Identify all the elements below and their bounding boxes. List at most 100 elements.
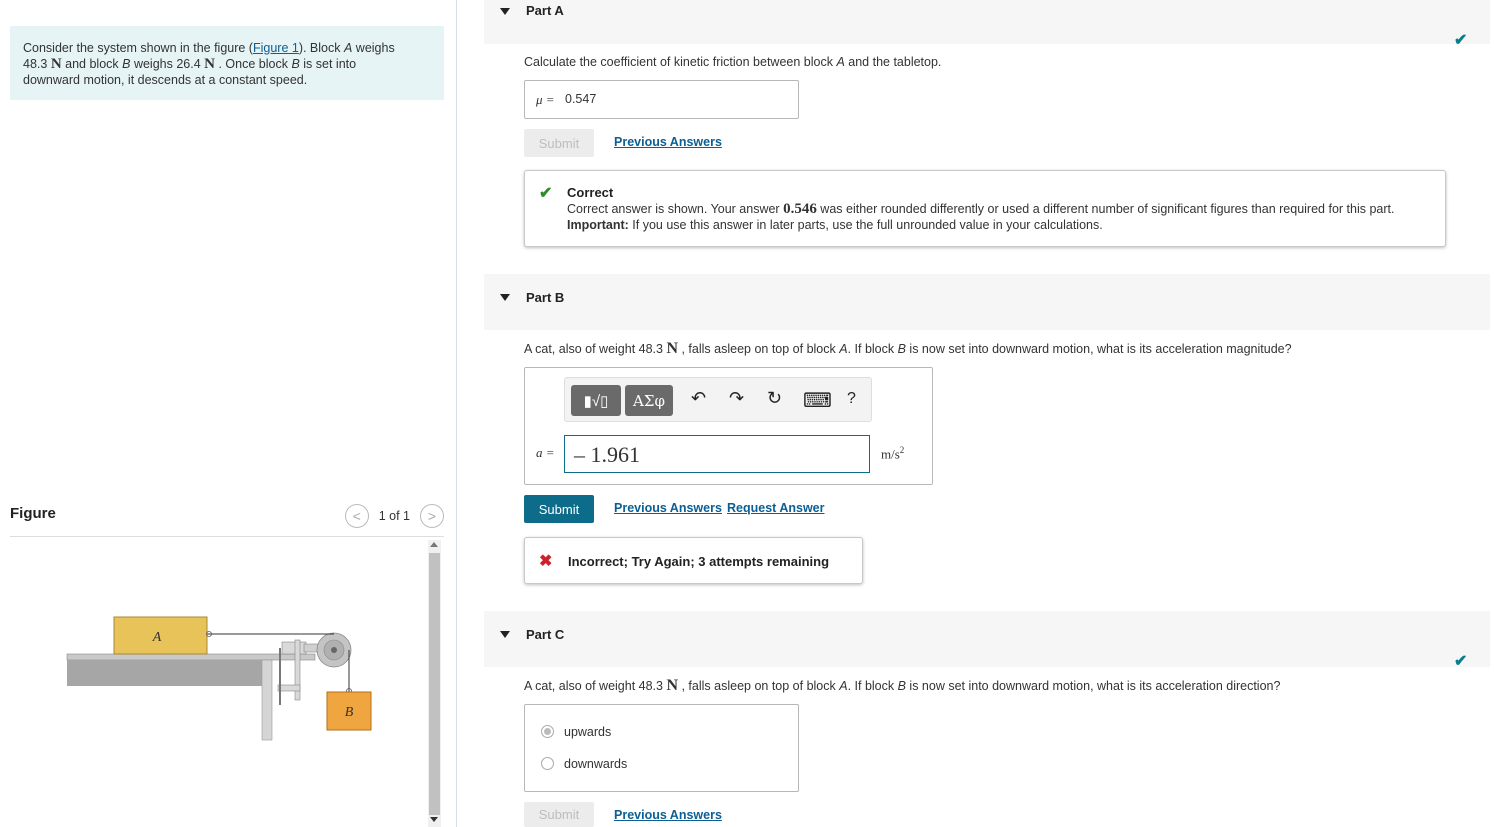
mu-value: 0.547 <box>565 92 597 106</box>
chevron-right-icon: > <box>427 508 437 524</box>
part-c-previous-answers-link[interactable]: Previous Answers <box>614 808 722 822</box>
question-var: A <box>839 679 848 693</box>
part-c-label: Part C <box>526 627 565 642</box>
question-text: , falls asleep on top of block <box>678 679 840 693</box>
question-text: and the tabletop. <box>844 55 942 69</box>
unit-n: N <box>204 56 216 72</box>
table-top <box>66 653 316 661</box>
part-c-question: A cat, also of weight 48.3 N , falls asl… <box>524 677 1280 695</box>
next-figure-button[interactable]: > <box>420 504 444 528</box>
incorrect-text: Incorrect; Try Again; 3 attempts remaini… <box>568 554 830 569</box>
problem-text: Consider the system shown in the figure … <box>23 41 253 55</box>
figure-image: A B <box>10 540 428 827</box>
figure-link[interactable]: Figure 1 <box>253 41 299 55</box>
problem-text: downward motion, it descends at a consta… <box>23 73 308 87</box>
question-text: Calculate the coefficient of kinetic fri… <box>524 55 837 69</box>
important-text: If you use this answer in later parts, u… <box>628 218 1103 232</box>
math-toolbar: ▮√▯ ΑΣφ ↶ ↷ ↻ ⌨ ? <box>564 377 872 422</box>
part-a-header[interactable]: Part A <box>484 0 1490 44</box>
part-a-question: Calculate the coefficient of kinetic fri… <box>524 55 941 69</box>
sqrt-template-icon: ▮√▯ <box>583 392 609 410</box>
question-text: , falls asleep on top of block <box>678 342 840 356</box>
weight-b-value: 26.4 <box>176 57 201 71</box>
part-b-feedback: ✖ Incorrect; Try Again; 3 attempts remai… <box>524 537 863 584</box>
triangle-down-icon[interactable] <box>500 294 510 301</box>
prev-figure-button[interactable]: < <box>344 504 369 528</box>
scroll-thumb[interactable] <box>429 553 440 815</box>
problem-statement: Consider the system shown in the figure … <box>10 26 444 100</box>
unit-exponent: 2 <box>899 445 905 455</box>
x-incorrect-icon: ✖ <box>539 553 553 570</box>
problem-text: weighs <box>130 57 177 71</box>
figure-scrollbar[interactable] <box>428 540 441 827</box>
part-b-previous-answers-link[interactable]: Previous Answers <box>614 501 722 515</box>
request-answer-link[interactable]: Request Answer <box>727 501 824 515</box>
triangle-down-icon[interactable] <box>500 631 510 638</box>
part-b-question: A cat, also of weight 48.3 N , falls asl… <box>524 340 1292 358</box>
block-b-label: B <box>345 705 354 720</box>
problem-text: ). Block <box>298 41 344 55</box>
figure-header: Figure < 1 of 1 > <box>10 503 444 537</box>
pulley-diagram: A B <box>66 616 372 741</box>
part-c-header[interactable]: Part C <box>484 611 1490 667</box>
part-b-label: Part B <box>526 290 565 305</box>
undo-icon[interactable]: ↶ <box>691 388 706 409</box>
option-downwards-label[interactable]: downwards <box>564 757 627 771</box>
direction-options-box: upwards downwards <box>524 704 799 792</box>
feedback-body: Correct answer is shown. Your answer 0.5… <box>567 201 1442 233</box>
table-side <box>67 660 272 686</box>
question-text: is now set into downward motion, what is… <box>905 342 1292 356</box>
feedback-title: Correct <box>567 185 614 200</box>
question-text: . If block <box>847 679 898 693</box>
block-a-label: A <box>152 630 162 645</box>
unit-text: m/s <box>881 446 900 462</box>
checkmark-icon: ✔ <box>1454 653 1468 670</box>
unit-n: N <box>666 340 679 357</box>
acceleration-value: – 1.961 <box>574 442 640 467</box>
question-text: A cat, also of weight 48.3 <box>524 342 667 356</box>
mu-answer-field: μ = 0.547 <box>524 80 799 119</box>
part-b-submit-button[interactable]: Submit <box>524 495 594 523</box>
acceleration-input[interactable]: – 1.961 <box>564 435 870 473</box>
question-var: B <box>897 342 906 356</box>
redo-icon[interactable]: ↷ <box>729 388 744 409</box>
weight-a-value: 48.3 <box>23 57 48 71</box>
part-a-previous-answers-link[interactable]: Previous Answers <box>614 135 722 149</box>
mu-label: μ = <box>536 92 555 107</box>
triangle-down-icon[interactable] <box>500 8 510 15</box>
figure-title: Figure <box>10 505 56 522</box>
problem-text: is set into <box>299 57 357 71</box>
panel-divider <box>456 0 457 827</box>
unit-n: N <box>666 677 679 694</box>
figure-pager: < 1 of 1 > <box>344 504 444 528</box>
templates-button[interactable]: ▮√▯ <box>571 385 621 416</box>
problem-text: . Once block <box>215 57 292 71</box>
question-text: is now set into downward motion, what is… <box>905 679 1281 693</box>
pulley-axle <box>331 647 337 653</box>
problem-text: weighs <box>352 41 395 55</box>
checkmark-icon: ✔ <box>1454 32 1468 49</box>
reset-icon[interactable]: ↻ <box>767 388 782 409</box>
question-var: A <box>836 55 845 69</box>
part-c-submit-button: Submit <box>524 802 594 827</box>
symbols-button[interactable]: ΑΣφ <box>625 385 673 416</box>
keyboard-icon[interactable]: ⌨ <box>803 388 832 413</box>
problem-text: and block <box>61 57 123 71</box>
scroll-up-icon[interactable] <box>430 542 438 547</box>
scroll-down-icon[interactable] <box>430 817 438 822</box>
radio-upwards[interactable] <box>541 725 554 738</box>
option-upwards-label[interactable]: upwards <box>564 725 611 739</box>
help-icon[interactable]: ? <box>847 390 856 408</box>
greek-symbols-icon: ΑΣφ <box>633 391 665 410</box>
part-a-label: Part A <box>526 3 564 18</box>
table-leg <box>261 659 273 741</box>
part-b-header[interactable]: Part B <box>484 274 1490 330</box>
chevron-left-icon: < <box>352 508 361 524</box>
check-correct-icon: ✔ <box>539 185 553 202</box>
radio-downwards[interactable] <box>541 757 554 770</box>
feedback-answer: 0.546 <box>783 201 817 217</box>
clamp-top <box>281 641 307 655</box>
unit-n: N <box>50 56 62 72</box>
question-text: A cat, also of weight 48.3 <box>524 679 667 693</box>
a-label: a = <box>536 445 555 460</box>
